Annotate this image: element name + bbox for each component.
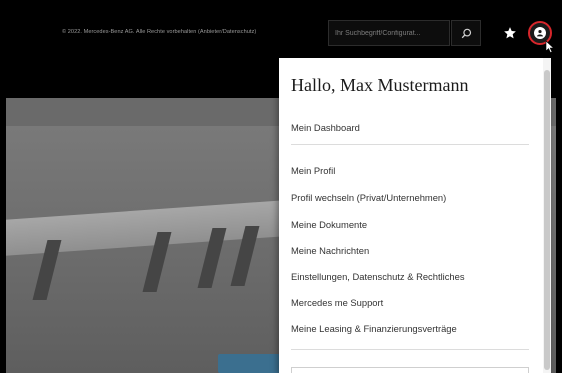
menu-divider xyxy=(291,144,529,145)
menu-item-profile[interactable]: Mein Profil xyxy=(291,165,335,176)
background-button xyxy=(218,354,280,373)
menu-item-switch-profile[interactable]: Profil wechseln (Privat/Unternehmen) xyxy=(291,192,446,203)
copyright-text: © 2022. Mercedes-Benz AG. Alle Rechte vo… xyxy=(62,29,257,35)
menu-item-settings-privacy[interactable]: Einstellungen, Datenschutz & Rechtliches xyxy=(291,271,465,282)
mouse-cursor-icon xyxy=(545,40,555,53)
frame-edge-left xyxy=(0,68,6,373)
menu-bottom-button[interactable] xyxy=(291,367,529,373)
user-greeting: Hallo, Max Mustermann xyxy=(291,75,469,95)
search-icon xyxy=(461,28,471,38)
menu-item-support[interactable]: Mercedes me Support xyxy=(291,297,383,308)
menu-item-messages[interactable]: Meine Nachrichten xyxy=(291,245,369,256)
menu-scrollbar-thumb[interactable] xyxy=(544,70,550,370)
menu-scrollbar[interactable] xyxy=(543,58,551,373)
screen: © 2022. Mercedes-Benz AG. Alle Rechte vo… xyxy=(0,0,562,373)
menu-item-documents[interactable]: Meine Dokumente xyxy=(291,219,367,230)
frame-edge-right xyxy=(556,68,562,373)
user-menu-dropdown: Hallo, Max Mustermann Mein Dashboard Mei… xyxy=(279,58,551,373)
search-input[interactable] xyxy=(328,20,450,46)
menu-item-dashboard[interactable]: Mein Dashboard xyxy=(291,122,360,133)
search-button[interactable] xyxy=(451,20,481,46)
user-icon xyxy=(534,27,546,39)
menu-divider xyxy=(291,349,529,350)
favorites-button[interactable] xyxy=(500,22,520,44)
star-icon xyxy=(504,27,516,39)
menu-item-leasing-financing[interactable]: Meine Leasing & Finanzierungsverträge xyxy=(291,323,457,334)
